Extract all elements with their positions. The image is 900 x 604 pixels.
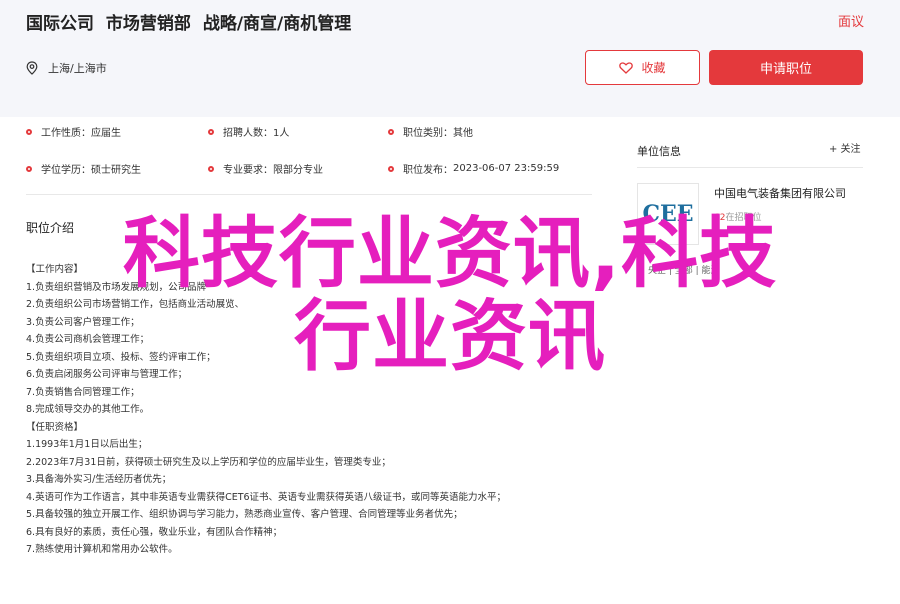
watermark-line: 行业资讯 [294,293,606,382]
bullet-icon [26,128,32,135]
section-divider [26,194,592,195]
info-value: 应届生 [91,128,121,139]
bullet-icon [208,165,214,172]
info-publish-time: 职位发布： 2023-06-07 23:59:59 [388,161,559,176]
bullet-icon [388,165,394,172]
info-value: 其他 [453,128,473,139]
info-label: 职位类别： [403,128,453,139]
company-info-title: 单位信息 [637,145,681,158]
info-nature: 工作性质： 应届生 [26,124,121,139]
heart-icon [619,61,634,74]
watermark-overlay: 科技行业资讯,科技 行业资讯 [0,213,900,379]
description-line: 8.完成领导交办的其他工作。 [26,404,150,415]
company-name-link[interactable]: 中国电气装备集团有限公司 [714,185,846,201]
company-name-title: 国际公司 [26,14,94,34]
info-value: 1人 [273,128,290,139]
job-header: 国际公司 市场营销部 战略/商宣/商机管理 面议 上海/上海市 收藏 申请职位 [0,0,900,117]
favorite-button[interactable]: 收藏 [585,50,700,85]
info-value: 硕士研究生 [91,165,141,176]
info-label: 职位发布： [403,165,453,176]
bullet-icon [26,165,32,172]
job-title: 国际公司 市场营销部 战略/商宣/商机管理 [26,9,351,34]
bullet-icon [388,128,394,135]
description-line: 2.2023年7月31日前，获得硕士研究生及以上学历和学位的应届毕业生，管理类专… [26,456,391,468]
position-name: 战略/商宣/商机管理 [202,14,352,34]
favorite-label: 收藏 [641,61,666,75]
description-line: 5.具备较强的独立开展工作、组织协调与学习能力，熟悉商业宣传、客户管理、合同管理… [26,509,463,520]
info-label: 招聘人数： [223,128,273,139]
description-line: 6.具有良好的素质，责任心强，敬业乐业，有团队合作精神； [26,526,283,538]
info-value: 2023-06-07 23:59:59 [453,163,560,174]
description-line: 7.负责销售合同管理工作； [26,386,140,398]
info-label: 专业要求： [223,165,273,176]
bullet-icon [208,128,214,135]
salary-label: 面议 [837,15,864,30]
description-line: 1.1993年1月1日以后出生； [26,439,148,450]
location-text: 上海/上海市 [48,62,107,75]
info-education: 学位学历： 硕士研究生 [26,161,141,176]
apply-button[interactable]: 申请职位 [709,50,863,85]
description-line: 【任职资格】 [26,421,84,433]
description-line: 3.具备海外实习/生活经历者优先； [26,474,172,485]
info-label: 工作性质： [41,128,91,139]
info-major: 专业要求： 限部分专业 [208,161,323,176]
info-category: 职位类别： 其他 [388,124,473,139]
watermark-line: 科技行业资讯,科技 [122,210,778,299]
info-value: 限部分专业 [273,165,323,176]
department-name: 市场营销部 [105,14,191,34]
description-line: 4.英语可作为工作语言，其中非英语专业需获得CET6证书、英语专业需获得英语八级… [26,491,507,503]
description-line: 7.熟练使用计算机和常用办公软件。 [26,544,178,555]
info-label: 学位学历： [41,165,91,176]
sidebar-divider [637,167,863,168]
follow-button[interactable]: + 关注 [829,140,861,155]
location-pin-icon [26,61,38,75]
location-row: 上海/上海市 [26,60,107,76]
info-count: 招聘人数： 1人 [208,124,289,139]
